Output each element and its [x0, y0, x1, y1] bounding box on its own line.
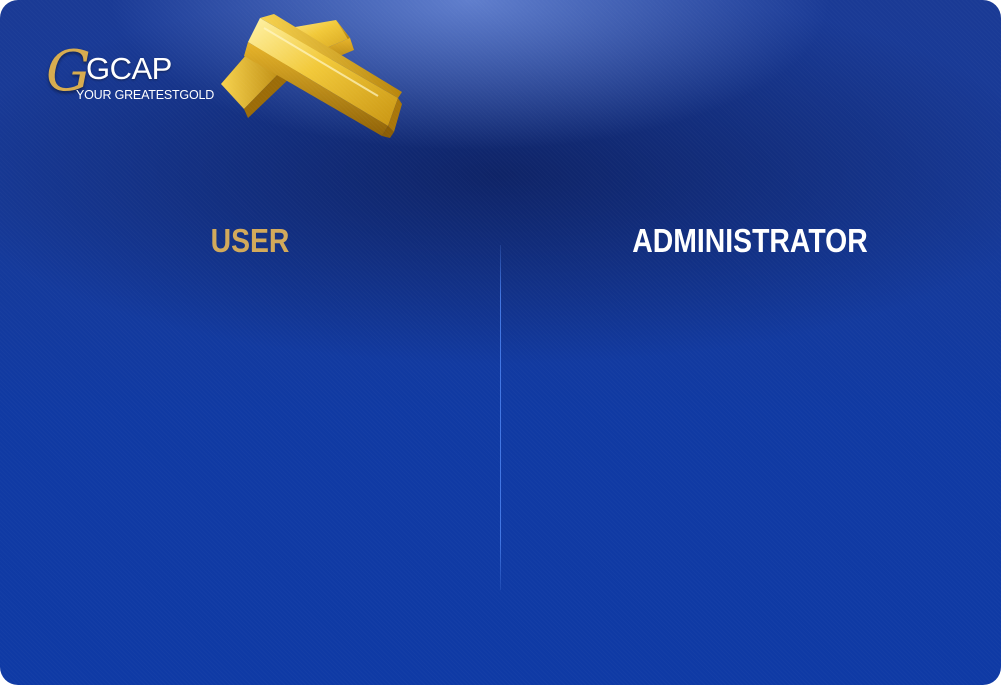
tab-administrator[interactable]: ADMINISTRATOR — [621, 220, 879, 262]
gcap-logo: G GCAP YOUR GREATESTGOLD — [46, 44, 226, 114]
login-screen: G GCAP YOUR GREATESTGOLD USER ADMINISTRA… — [0, 0, 1001, 685]
logo-name: GCAP — [86, 51, 172, 86]
logo-tagline: YOUR GREATESTGOLD — [76, 88, 215, 102]
tab-user[interactable]: USER — [121, 220, 379, 262]
tab-divider — [500, 245, 501, 590]
gold-bars-icon — [221, 14, 402, 138]
